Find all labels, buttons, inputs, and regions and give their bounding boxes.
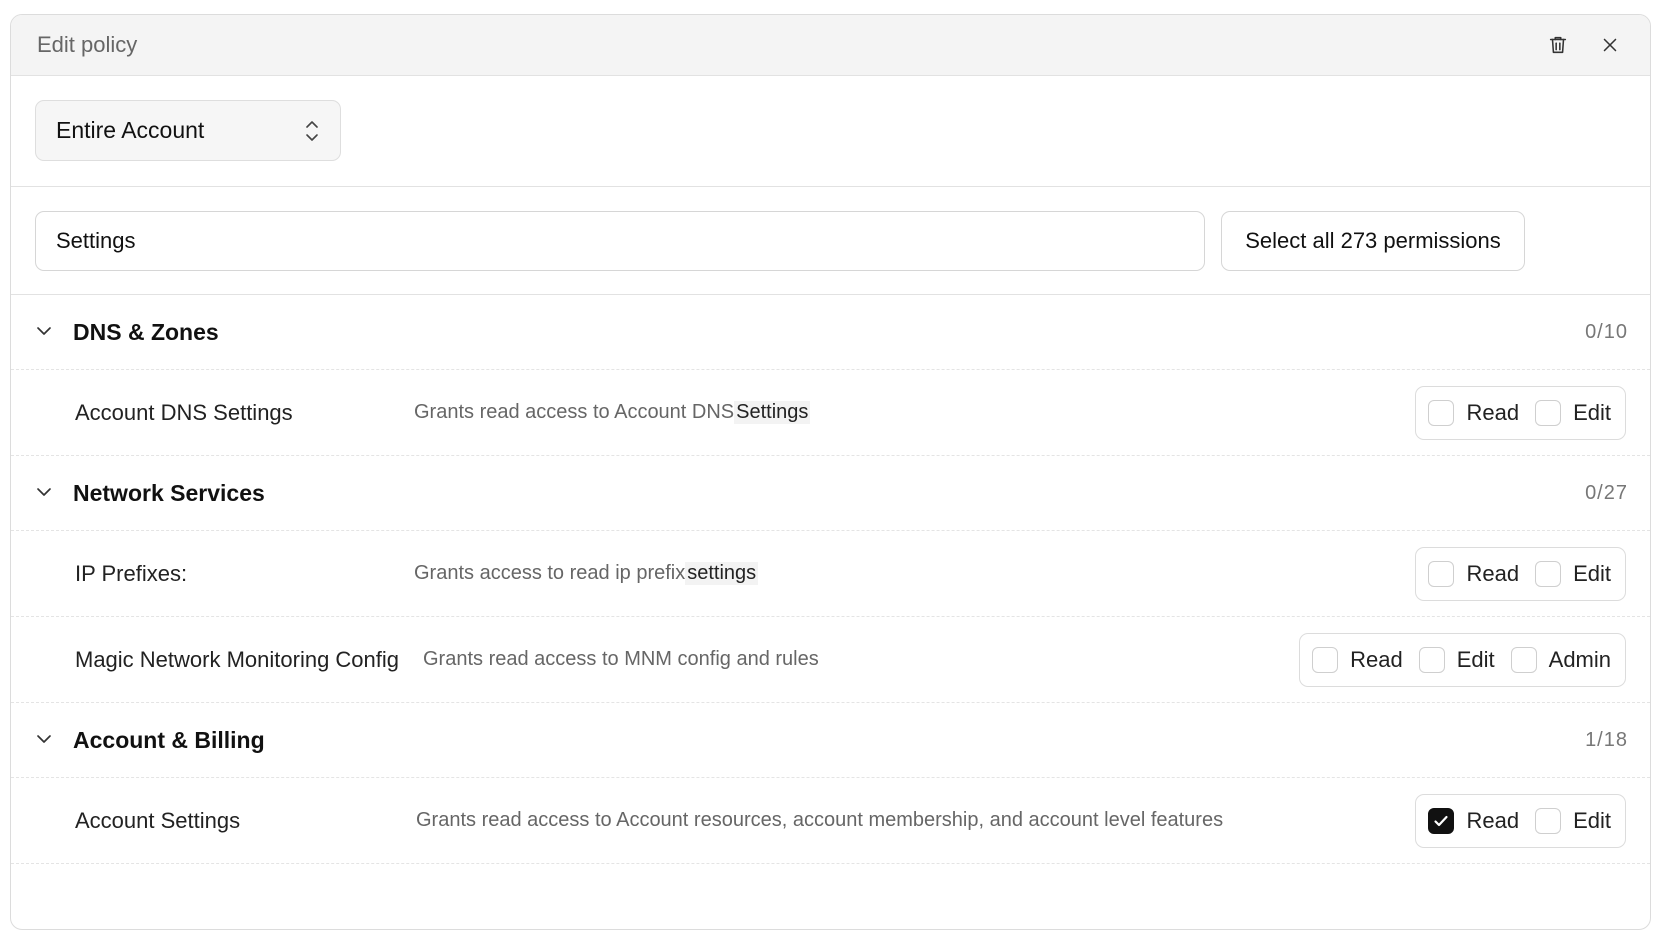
search-match-highlight: Settings: [734, 401, 811, 424]
scope-select[interactable]: Entire Account: [35, 100, 341, 161]
group-title: DNS & Zones: [73, 318, 219, 345]
permission-option-edit[interactable]: Edit: [1535, 808, 1611, 834]
group-count: 1/18: [1585, 728, 1628, 751]
group-toggle[interactable]: [35, 483, 53, 501]
option-label: Read: [1466, 561, 1520, 586]
group-header[interactable]: Account & Billing 1/18: [11, 703, 1650, 778]
group-header[interactable]: Network Services 0/27: [11, 456, 1650, 531]
search-match-highlight: settings: [685, 562, 759, 585]
close-button[interactable]: [1596, 31, 1624, 59]
panel-title: Edit policy: [37, 32, 138, 57]
chevron-up-down-icon: [306, 120, 318, 141]
scope-row: Entire Account: [11, 76, 1650, 187]
read-checkbox[interactable]: [1428, 808, 1455, 834]
option-label: Read: [1466, 808, 1520, 833]
permission-description: Grants read access to Account resources,…: [416, 778, 1223, 863]
group-toggle[interactable]: [35, 322, 53, 340]
select-all-permissions-button[interactable]: Select all 273 permissions: [1221, 211, 1525, 271]
permission-option-read[interactable]: Read: [1428, 808, 1519, 834]
permission-description-text: Grants read access to Account resources,…: [416, 809, 1224, 831]
group-title: Account & Billing: [73, 726, 265, 753]
permission-options: Read Edit: [1415, 386, 1626, 440]
read-checkbox[interactable]: [1428, 561, 1455, 587]
chevron-down-icon: [37, 735, 51, 743]
panel-header: Edit policy: [11, 15, 1650, 76]
permission-description-text: Grants read access to MNM config and rul…: [423, 648, 819, 670]
edit-checkbox[interactable]: [1535, 808, 1562, 834]
close-icon: [1603, 38, 1617, 52]
permission-options: Read Edit: [1415, 794, 1626, 848]
permission-description-text: Grants read access to Account DNS: [414, 401, 735, 423]
permission-description: Grants access to read ip prefix settings: [414, 531, 759, 616]
option-label: Read: [1466, 400, 1520, 425]
permission-description: Grants read access to MNM config and rul…: [423, 617, 819, 702]
permission-groups: DNS & Zones 0/10 Account DNS Settings Grant…: [11, 295, 1650, 864]
group-count: 0/27: [1585, 481, 1628, 504]
permission-row: IP Prefixes: Grants access to read ip pre…: [11, 531, 1650, 617]
permission-search-input[interactable]: [35, 211, 1205, 271]
delete-policy-button[interactable]: [1544, 31, 1572, 59]
group-count: 0/10: [1585, 320, 1628, 343]
permission-description-text: Grants access to read ip prefix: [414, 562, 686, 584]
chevron-down-icon: [37, 488, 51, 496]
edit-checkbox[interactable]: [1418, 647, 1445, 673]
permission-name: Magic Network Monitoring Config: [75, 646, 400, 672]
admin-checkbox[interactable]: [1510, 647, 1537, 673]
edit-checkbox[interactable]: [1535, 400, 1562, 426]
permission-option-read[interactable]: Read: [1428, 561, 1519, 587]
option-label: Admin: [1548, 647, 1611, 672]
chevron-down-icon: [37, 327, 51, 335]
search-row: Select all 273 permissions: [11, 187, 1650, 295]
permission-option-read[interactable]: Read: [1428, 400, 1519, 426]
scope-select-value: Entire Account: [56, 117, 205, 143]
permission-row: Account Settings Grants read access to Ac…: [11, 778, 1650, 864]
permission-option-edit[interactable]: Edit: [1535, 561, 1611, 587]
permission-option-edit[interactable]: Edit: [1418, 647, 1495, 673]
group-toggle[interactable]: [35, 730, 53, 748]
group-header[interactable]: DNS & Zones 0/10: [11, 295, 1650, 370]
edit-checkbox[interactable]: [1535, 561, 1562, 587]
group-title: Network Services: [73, 479, 265, 506]
permission-row: Account DNS Settings Grants read access t…: [11, 370, 1650, 456]
option-label: Edit: [1456, 647, 1495, 672]
read-checkbox[interactable]: [1428, 400, 1455, 426]
edit-policy-panel: Edit policy Entire Account Select all 27…: [10, 14, 1651, 930]
permission-name: IP Prefixes:: [75, 560, 188, 586]
option-label: Edit: [1573, 400, 1611, 425]
permission-options: Read Edit Admin: [1299, 633, 1626, 687]
permission-description: Grants read access to Account DNS Settin…: [414, 370, 811, 455]
permission-option-read[interactable]: Read: [1312, 647, 1403, 673]
header-actions: [1544, 31, 1624, 59]
check-icon: [1434, 815, 1449, 827]
trash-icon: [1549, 36, 1567, 54]
permission-option-admin[interactable]: Admin: [1510, 647, 1611, 673]
read-checkbox[interactable]: [1312, 647, 1339, 673]
permission-name: Account Settings: [75, 807, 241, 833]
permission-name: Account DNS Settings: [75, 399, 293, 425]
option-label: Edit: [1573, 561, 1611, 586]
option-label: Read: [1350, 647, 1403, 672]
option-label: Edit: [1573, 808, 1611, 833]
permission-option-edit[interactable]: Edit: [1535, 400, 1611, 426]
permission-row: Magic Network Monitoring Config Grants re…: [11, 617, 1650, 703]
permission-options: Read Edit: [1415, 547, 1626, 601]
